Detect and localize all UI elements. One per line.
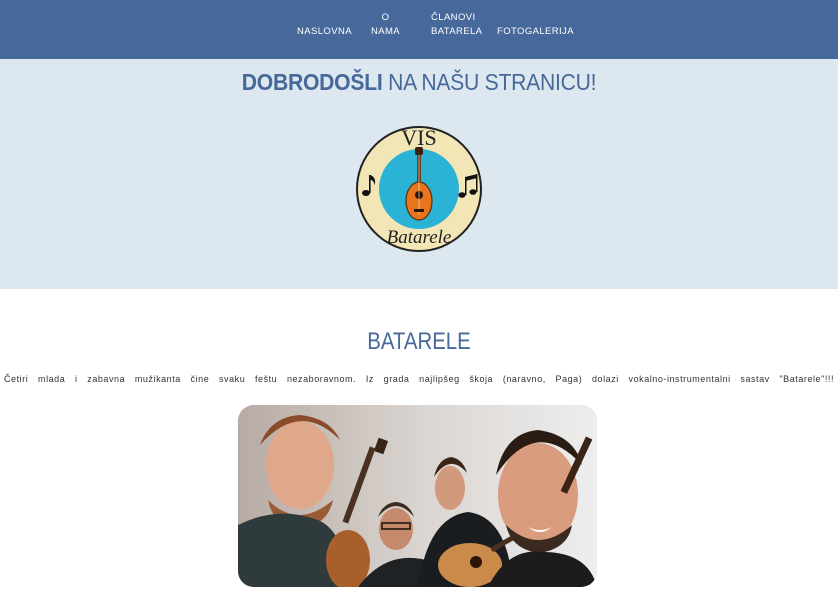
nav-item-label: ČLANOVI — [431, 12, 476, 23]
logo-top-text: VIS — [401, 125, 436, 150]
section-title: BATARELE — [367, 328, 471, 355]
band-photo — [238, 405, 597, 587]
nav-item-clanovi-batarela[interactable]: ČLANOVI BATARELA — [431, 11, 482, 39]
band-logo: VIS Batarele — [356, 125, 482, 252]
nav-item-label: NASLOVNA — [297, 26, 352, 37]
title-rest: NA NAŠU STRANICU! — [388, 69, 597, 95]
top-navigation: NASLOVNA O NAMA ČLANOVI BATARELA FOTOGAL… — [0, 0, 838, 59]
band-photo-image — [238, 405, 597, 587]
nav-item-label: O — [381, 12, 390, 23]
nav-item-o-nama[interactable]: O NAMA — [371, 11, 400, 39]
nav-item-label: BATARELA — [431, 26, 483, 37]
nav-item-label: FOTOGALERIJA — [497, 26, 574, 37]
page-title: DOBRODOŠLI NA NAŠU STRANICU! — [34, 69, 805, 96]
nav-item-naslovna[interactable]: NASLOVNA — [297, 25, 352, 39]
hero-section: DOBRODOŠLI NA NAŠU STRANICU! VIS Batarel… — [0, 59, 838, 289]
nav-item-label: NAMA — [371, 26, 401, 37]
nav-item-fotogalerija[interactable]: FOTOGALERIJA — [497, 25, 574, 39]
intro-paragraph: Četiri mlada i zabavna mužikanta čine sv… — [4, 374, 834, 384]
logo-bottom-text: Batarele — [387, 227, 452, 248]
title-bold: DOBRODOŠLI — [241, 69, 383, 95]
